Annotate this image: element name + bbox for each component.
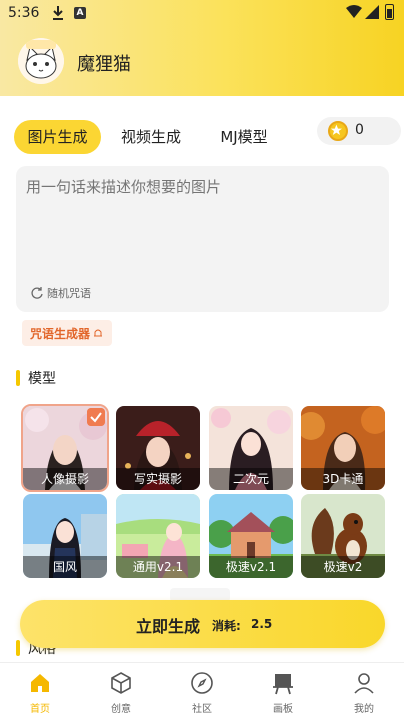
app-title: 魔狸猫 <box>77 54 131 75</box>
nav-mine[interactable]: 我的 <box>324 663 404 718</box>
nav-canvas-label: 画板 <box>273 704 293 715</box>
model-section-title: 模型 <box>16 368 56 388</box>
wifi-icon <box>346 5 362 18</box>
signal-icon <box>365 5 379 19</box>
model-label: 国风 <box>52 560 77 574</box>
model-card-speed-v21[interactable]: 极速v2.1 <box>209 494 293 578</box>
prompt-box: 随机咒语 <box>16 166 389 312</box>
model-card-portrait[interactable]: 人像摄影 <box>21 404 109 492</box>
model-card-general-v21[interactable]: 通用v2.1 <box>116 494 200 578</box>
nav-canvas[interactable]: 画板 <box>243 663 323 718</box>
random-prompt-button[interactable]: 随机咒语 <box>30 284 91 302</box>
bell-icon <box>94 329 103 337</box>
check-icon <box>87 408 105 426</box>
model-card-3d-cartoon[interactable]: 3D卡通 <box>301 406 385 490</box>
cost-label: 消耗: <box>212 619 241 633</box>
bottom-nav: 首页 创意 社区 画板 我的 <box>0 662 404 718</box>
nav-mine-label: 我的 <box>354 704 374 715</box>
cost-value: 2.5 <box>251 617 273 631</box>
status-bar: 5:36 A <box>0 0 404 28</box>
coin-value: 0 <box>355 122 364 138</box>
model-card-realistic[interactable]: 写实摄影 <box>116 406 200 490</box>
nav-home[interactable]: 首页 <box>0 663 80 718</box>
app-header: 5:36 A 魔狸猫 <box>0 0 404 96</box>
model-card-speed-v2[interactable]: 极速v2 <box>301 494 385 578</box>
model-label: 写实摄影 <box>133 472 182 486</box>
model-card-anime[interactable]: 二次元 <box>209 406 293 490</box>
model-label: 极速v2 <box>323 560 363 574</box>
home-icon <box>31 674 49 692</box>
model-label: 极速v2.1 <box>225 560 277 574</box>
cube-icon <box>111 672 131 694</box>
user-icon <box>354 673 374 694</box>
nav-creative-label: 创意 <box>111 704 131 715</box>
generate-label: 立即生成 <box>136 617 201 636</box>
battery-icon <box>385 4 394 20</box>
spell-generator-button[interactable]: 咒语生成器 <box>22 320 113 346</box>
a-badge-icon: A <box>74 7 86 19</box>
model-label: 通用v2.1 <box>132 560 184 574</box>
generate-button[interactable]: 立即生成 消耗: 2.5 <box>20 600 385 648</box>
random-prompt-label: 随机咒语 <box>47 287 91 300</box>
model-section-label: 模型 <box>28 371 56 387</box>
prompt-input[interactable] <box>26 178 376 196</box>
compass-icon <box>191 672 213 694</box>
nav-community[interactable]: 社区 <box>162 663 242 718</box>
coin-balance[interactable]: 0 <box>317 117 401 145</box>
tab-video-generation[interactable]: 视频生成 <box>110 120 192 154</box>
model-label: 二次元 <box>232 472 269 486</box>
coin-star-icon <box>328 121 348 141</box>
download-icon <box>53 6 63 20</box>
model-card-chinese-style[interactable]: 国风 <box>23 494 107 578</box>
nav-home-label: 首页 <box>30 704 50 715</box>
easel-icon <box>273 674 293 695</box>
section-bar <box>16 370 20 386</box>
tab-image-generation[interactable]: 图片生成 <box>14 120 101 154</box>
status-time: 5:36 <box>8 5 40 21</box>
spell-generator-label: 咒语生成器 <box>30 326 91 341</box>
model-label: 人像摄影 <box>40 472 89 486</box>
tab-mj-model[interactable]: MJ模型 <box>205 120 283 154</box>
model-label: 3D卡通 <box>322 472 364 486</box>
section-bar <box>16 640 20 656</box>
app-logo <box>18 38 64 84</box>
nav-creative[interactable]: 创意 <box>81 663 161 718</box>
nav-community-label: 社区 <box>192 704 212 715</box>
refresh-icon <box>31 287 43 299</box>
